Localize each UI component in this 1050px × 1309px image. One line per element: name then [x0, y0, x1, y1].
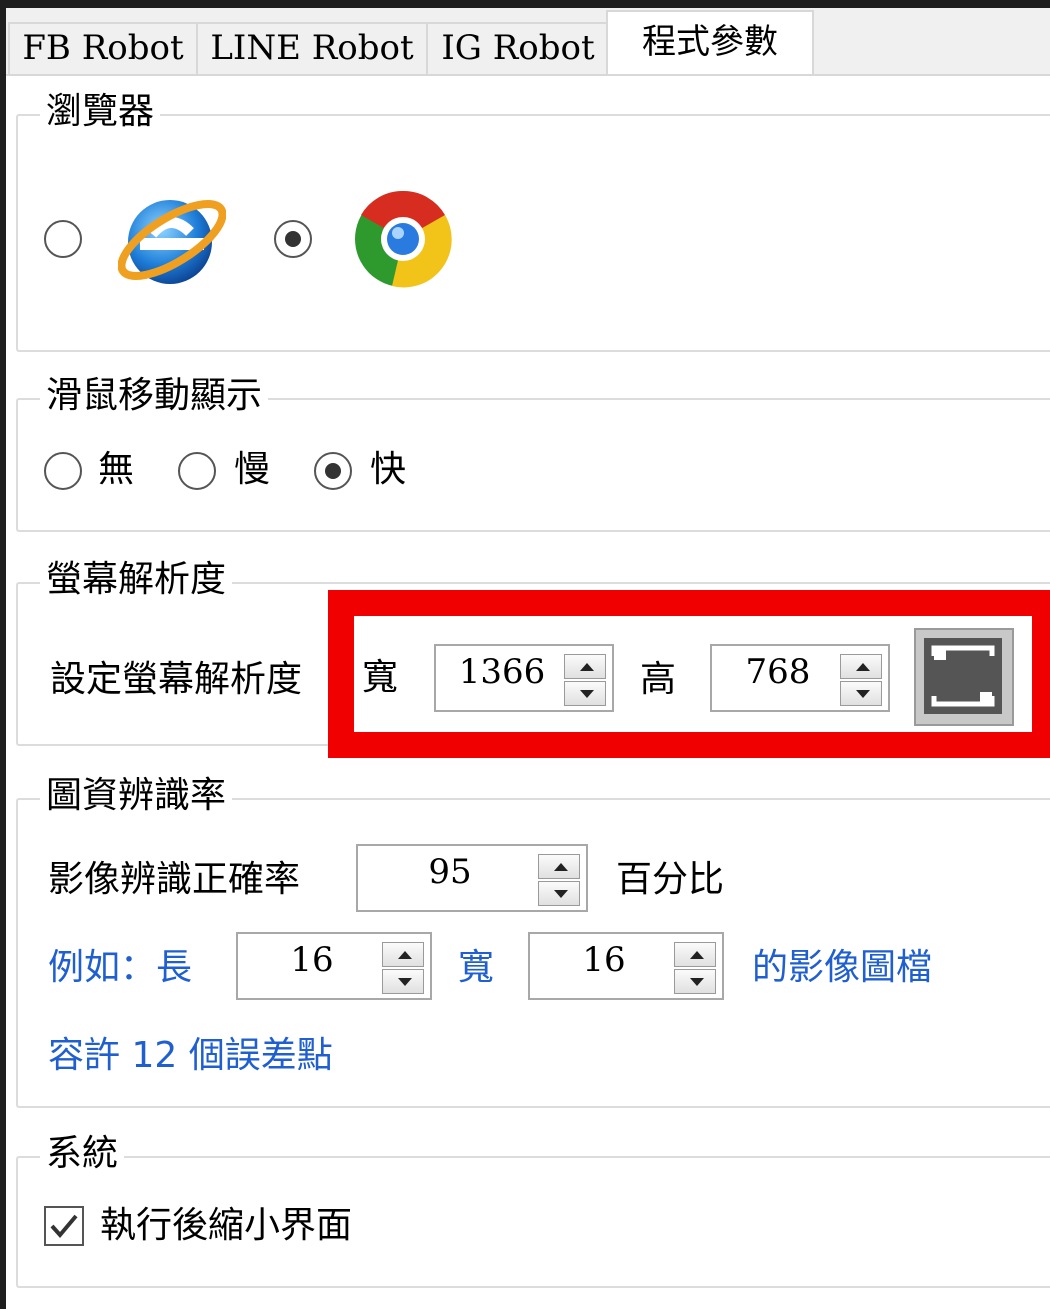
window-top-border — [0, 0, 1050, 8]
example-width-up-button[interactable] — [674, 942, 716, 967]
radio-chrome[interactable] — [274, 220, 312, 258]
example-width-spinner — [674, 942, 716, 994]
accuracy-spinner — [538, 854, 580, 906]
resolution-label: 設定螢幕解析度 — [50, 659, 303, 700]
example-length-stepper[interactable]: 16 — [236, 932, 432, 1000]
example-width-stepper[interactable]: 16 — [528, 932, 724, 1000]
radio-none-label: 無 — [98, 449, 135, 490]
recognition-title: 圖資辨識率 — [40, 774, 233, 818]
chrome-icon — [355, 190, 452, 288]
accuracy-label: 影像辨識正確率 — [48, 859, 301, 900]
radio-fast[interactable] — [314, 452, 352, 490]
accuracy-down-button[interactable] — [538, 881, 580, 906]
example-width-value: 16 — [582, 940, 626, 980]
example-length-up-button[interactable] — [382, 942, 424, 967]
percent-label: 百分比 — [616, 859, 725, 900]
radio-slow-label: 慢 — [234, 449, 271, 490]
checkmark-icon — [50, 1214, 78, 1239]
example-length-spinner — [382, 942, 424, 994]
minimize-checkbox[interactable] — [44, 1206, 84, 1246]
tab-ig-robot[interactable]: IG Robot — [426, 22, 610, 74]
accuracy-stepper[interactable]: 95 — [356, 844, 588, 912]
highlight-box — [328, 590, 1050, 758]
radio-internet-explorer[interactable] — [44, 220, 82, 258]
example-length-down-button[interactable] — [382, 969, 424, 994]
example-prefix: 例如：長 — [48, 947, 193, 988]
system-group: 系統 執行後縮小界面 — [16, 1132, 1050, 1288]
tolerance-text: 容許 12 個誤差點 — [48, 1035, 333, 1076]
accuracy-value: 95 — [428, 852, 472, 892]
radio-fast-label: 快 — [370, 449, 407, 490]
browser-group-title: 瀏覽器 — [40, 90, 161, 134]
example-width-down-button[interactable] — [674, 969, 716, 994]
tab-strip: FB Robot LINE Robot IG Robot 程式參數 — [6, 8, 1050, 78]
mouse-display-group: 滑鼠移動顯示 無 慢 快 — [16, 374, 1050, 532]
screen-resolution-title: 螢幕解析度 — [40, 558, 233, 602]
example-width-label: 寬 — [458, 947, 495, 988]
tab-line-robot[interactable]: LINE Robot — [196, 22, 428, 74]
radio-none[interactable] — [44, 452, 82, 490]
browser-group: 瀏覽器 — [16, 90, 1050, 352]
mouse-display-title: 滑鼠移動顯示 — [40, 374, 269, 418]
example-length-value: 16 — [290, 940, 334, 980]
system-title: 系統 — [40, 1132, 125, 1176]
internet-explorer-icon — [118, 200, 226, 284]
accuracy-up-button[interactable] — [538, 854, 580, 879]
minimize-label: 執行後縮小界面 — [100, 1205, 353, 1246]
tab-fb-robot[interactable]: FB Robot — [8, 22, 198, 74]
example-suffix: 的影像圖檔 — [752, 947, 933, 988]
radio-slow[interactable] — [178, 452, 216, 490]
tab-program-settings[interactable]: 程式參數 — [606, 10, 814, 78]
